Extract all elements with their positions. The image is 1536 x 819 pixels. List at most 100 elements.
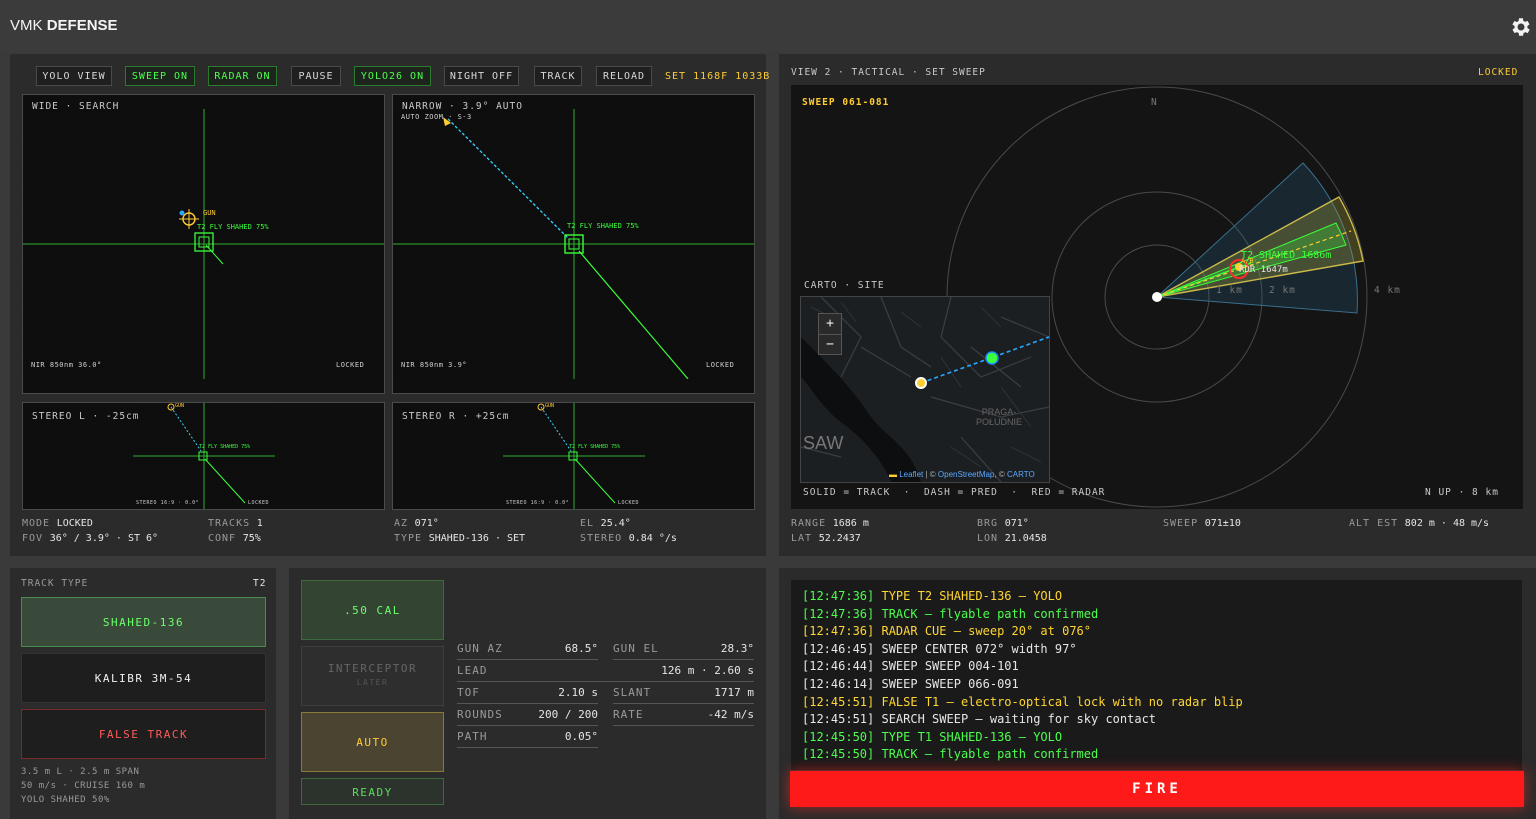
- toolbar-button-track[interactable]: TRACK: [534, 66, 582, 86]
- gun-label: GUN: [203, 209, 216, 217]
- track-spec-2: 50 m/s · CRUISE 160 m: [21, 781, 146, 791]
- toolbar-button-reload[interactable]: RELOAD: [596, 66, 652, 86]
- ring-2km-label: 2 km: [1269, 285, 1296, 296]
- stereo-right-gun: GUN: [545, 403, 555, 409]
- stereo-right-feed[interactable]: STEREO R · +25cm GUN T2 FLY SHAHED 75% S…: [392, 402, 755, 510]
- target-ab: A/B: [1241, 257, 1254, 265]
- wide-camera-feed[interactable]: GUN T2 FLY SHAHED 75% NIR 850nm 36.0° LO…: [22, 94, 385, 394]
- wide-footer-left: NIR 850nm 36.0°: [31, 361, 102, 369]
- radar-view[interactable]: SWEEP 061-081 N 1 km 2 km 4 km T2 SHAHED…: [791, 85, 1523, 509]
- row-divider: [613, 725, 754, 726]
- gear-icon[interactable]: [1509, 15, 1533, 39]
- ballistics-key: GUN EL: [613, 642, 659, 655]
- ring-4km-label: 4 km: [1374, 285, 1401, 296]
- site-map[interactable]: + − PRAGA- POŁUDNIE SAW ▬ Leaflet | © Op…: [800, 296, 1050, 483]
- row-divider: [457, 747, 598, 748]
- row-divider: [613, 659, 754, 660]
- track-line: [205, 244, 224, 265]
- log-message: TYPE T2 SHAHED-136 — YOLO: [881, 589, 1063, 603]
- log-entry: [12:46:44] SWEEP SWEEP 004-101: [802, 659, 1019, 673]
- type-shahed-button[interactable]: SHAHED-136: [21, 597, 266, 647]
- tactical-status: LOCKED: [1478, 67, 1519, 78]
- wide-overlay: [23, 109, 384, 379]
- ballistics-row: TOF 2.10 s: [457, 686, 598, 699]
- toolbar-button-sweep-on[interactable]: SWEEP ON: [125, 66, 195, 86]
- app-header: [0, 0, 1536, 52]
- ballistics-row: LEAD 126 m · 2.60 s: [457, 664, 754, 677]
- log-message: SEARCH SWEEP — waiting for sky contact: [881, 712, 1157, 727]
- row-divider: [457, 659, 598, 660]
- toolbar-button-night-off[interactable]: NIGHT OFF: [444, 66, 519, 86]
- stereo-left-image: GUN T2 FLY SHAHED 75% STEREO 16:9 · 0.0°…: [133, 403, 275, 509]
- ballistics-key: LEAD: [457, 664, 488, 677]
- auto-button[interactable]: AUTO: [301, 712, 444, 772]
- leaflet-link[interactable]: Leaflet: [899, 470, 923, 479]
- log-message: TRACK — flyable path confirmed: [881, 606, 1099, 621]
- track-spec-3: YOLO SHAHED 50%: [21, 795, 110, 805]
- log-message: SWEEP CENTER 072° width 97°: [881, 641, 1077, 656]
- map-legend: SOLID = TRACK · DASH = PRED · RED = RADA…: [803, 487, 1106, 498]
- zoom-in-button[interactable]: +: [819, 314, 841, 335]
- track-id: T2: [253, 578, 267, 589]
- osm-link[interactable]: OpenStreetMap: [938, 470, 994, 479]
- stat-conf: CONF 75%: [208, 533, 261, 544]
- ballistics-key: SLANT: [613, 686, 652, 699]
- log-message: FALSE T1 — electro-optical lock with no …: [881, 694, 1243, 709]
- narrow-footer-left: NIR 850nm 3.9°: [401, 361, 468, 369]
- ballistics-value: 126 m · 2.60 s: [661, 664, 754, 677]
- target-label: T2 FLY SHAHED 75%: [567, 222, 639, 230]
- predicted-path: [447, 118, 570, 240]
- log-time: [12:47:36]: [802, 606, 875, 621]
- target-name: T2 SHAHED 1686m: [1241, 250, 1332, 261]
- log-time: [12:46:44]: [802, 659, 875, 674]
- map-attribution: ▬ Leaflet | © OpenStreetMap, © CARTO: [889, 470, 1035, 479]
- set-info: SET 1168F 1033B: [665, 71, 771, 82]
- row-divider: [457, 703, 598, 704]
- row-divider: [613, 703, 754, 704]
- narrow-camera-image: T2 FLY SHAHED 75% NIR 850nm 3.9° LOCKED: [393, 109, 754, 379]
- zoom-out-button[interactable]: −: [819, 335, 841, 354]
- stereo-right-status: LOCKED: [618, 500, 640, 506]
- fire-button[interactable]: FIRE: [790, 771, 1524, 807]
- ballistics-value: 2.10 s: [558, 686, 598, 699]
- stat-fov: FOV 36° / 3.9° · ST 6°: [22, 533, 159, 544]
- ballistics-key: ROUNDS: [457, 708, 503, 721]
- log-message: TYPE T1 SHAHED-136 — YOLO: [881, 729, 1063, 744]
- stereo-right-foot: STEREO 16:9 · 0.0°: [506, 500, 570, 506]
- toolbar-button-yolo-view[interactable]: YOLO VIEW: [36, 66, 112, 86]
- north-label: N: [1151, 97, 1158, 108]
- log-message: SWEEP SWEEP 004-101: [881, 659, 1019, 674]
- stereo-left-feed[interactable]: STEREO L · -25cm GUN T2 FLY SHAHED 75% S…: [22, 402, 385, 510]
- type-kalibr-button[interactable]: KALIBR 3M-54: [21, 653, 266, 703]
- log-entry: [12:45:51] SEARCH SWEEP — waiting for sk…: [802, 712, 1156, 726]
- row-divider: [457, 681, 754, 682]
- ballistics-value: 1717 m: [714, 686, 754, 699]
- target-label: T2 FLY SHAHED 75%: [197, 223, 269, 231]
- ballistics-value: 28.3°: [720, 642, 754, 655]
- toolbar-button-yolo26-on[interactable]: YOLO26 ON: [354, 66, 431, 86]
- toolbar-button-radar-on[interactable]: RADAR ON: [208, 66, 277, 86]
- log-time: [12:45:51]: [802, 694, 875, 709]
- stereo-left-foot: STEREO 16:9 · 0.0°: [136, 500, 200, 506]
- cal50-button[interactable]: .50 CAL: [301, 580, 444, 640]
- target-marker: [985, 351, 999, 365]
- carto-link[interactable]: CARTO: [1007, 470, 1035, 479]
- log-entry: [12:45:50] TYPE T1 SHAHED-136 — YOLO: [802, 730, 1062, 744]
- interceptor-button[interactable]: INTERCEPTOR LATER: [301, 646, 444, 706]
- toolbar-button-pause[interactable]: PAUSE: [291, 66, 341, 86]
- bearing-line: [920, 336, 1049, 384]
- app-brand: VMK DEFENSE: [10, 17, 118, 34]
- map-district-label: PRAGA- POŁUDNIE: [975, 407, 1022, 427]
- stat-lat: LAT 52.2437: [791, 533, 861, 544]
- sweep-label: SWEEP 061-081: [802, 97, 890, 108]
- log-time: [12:47:36]: [802, 589, 875, 603]
- type-false-track-button[interactable]: FALSE TRACK: [21, 709, 266, 759]
- wide-footer-right: LOCKED: [336, 361, 365, 369]
- event-log[interactable]: [12:47:36] TYPE T2 SHAHED-136 — YOLO [12:…: [791, 580, 1522, 770]
- ballistics-value: -42 m/s: [707, 708, 754, 721]
- ready-status: READY: [301, 778, 444, 805]
- track-type-header: TRACK TYPE: [21, 578, 89, 589]
- narrow-camera-feed[interactable]: T2 FLY SHAHED 75% NIR 850nm 3.9° LOCKED …: [392, 94, 755, 394]
- log-time: [12:46:45]: [802, 641, 875, 656]
- log-entry: [12:45:51] FALSE T1 — electro-optical lo…: [802, 695, 1243, 709]
